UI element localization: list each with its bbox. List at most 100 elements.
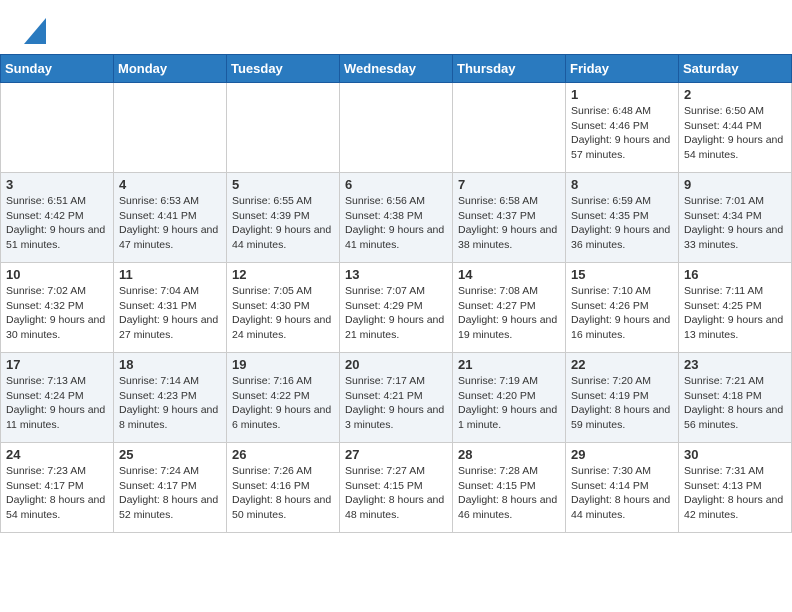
calendar-cell: 17Sunrise: 7:13 AM Sunset: 4:24 PM Dayli… — [1, 353, 114, 443]
calendar-cell — [1, 83, 114, 173]
day-number: 25 — [119, 447, 221, 462]
day-info: Sunrise: 7:26 AM Sunset: 4:16 PM Dayligh… — [232, 464, 334, 523]
day-number: 7 — [458, 177, 560, 192]
calendar-cell: 20 Sunrise: 7:17 AM Sunset: 4:21 PM Dayli… — [340, 353, 453, 443]
column-header-tuesday: Tuesday — [227, 55, 340, 83]
day-number: 8 — [571, 177, 673, 192]
day-info: Sunrise: 6:51 AM Sunset: 4:42 PM Dayligh… — [6, 194, 108, 253]
day-number: 19 — [232, 357, 334, 372]
day-number: 15 — [571, 267, 673, 282]
calendar-cell: 8 Sunrise: 6:59 AM Sunset: 4:35 PM Daylig… — [566, 173, 679, 263]
day-info: Sunrise: 7:30 AM Sunset: 4:14 PM Dayligh… — [571, 464, 673, 523]
calendar-table: SundayMondayTuesdayWednesdayThursdayFrid… — [0, 54, 792, 533]
day-info: Sunrise: 7:02 AM Sunset: 4:32 PM Dayligh… — [6, 284, 108, 343]
day-number: 21 — [458, 357, 560, 372]
calendar-cell: 6 Sunrise: 6:56 AM Sunset: 4:38 PM Daylig… — [340, 173, 453, 263]
day-number: 20 — [345, 357, 447, 372]
day-info: Sunrise: 7:31 AM Sunset: 4:13 PM Dayligh… — [684, 464, 786, 523]
day-number: 27 — [345, 447, 447, 462]
calendar-cell: 4 Sunrise: 6:53 AM Sunset: 4:41 PM Daylig… — [114, 173, 227, 263]
day-info: Sunrise: 7:07 AM Sunset: 4:29 PM Dayligh… — [345, 284, 447, 343]
day-info: Sunrise: 7:16 AM Sunset: 4:22 PM Dayligh… — [232, 374, 334, 433]
calendar-cell: 1 Sunrise: 6:48 AM Sunset: 4:46 PM Daylig… — [566, 83, 679, 173]
calendar-cell: 14Sunrise: 7:08 AM Sunset: 4:27 PM Dayli… — [453, 263, 566, 353]
calendar-week-row: 1 Sunrise: 6:48 AM Sunset: 4:46 PM Daylig… — [1, 83, 792, 173]
column-header-saturday: Saturday — [679, 55, 792, 83]
calendar-cell: 22 Sunrise: 7:20 AM Sunset: 4:19 PM Dayli… — [566, 353, 679, 443]
day-info: Sunrise: 7:11 AM Sunset: 4:25 PM Dayligh… — [684, 284, 786, 343]
day-number: 16 — [684, 267, 786, 282]
day-number: 17 — [6, 357, 108, 372]
day-number: 24 — [6, 447, 108, 462]
day-info: Sunrise: 6:58 AM Sunset: 4:37 PM Dayligh… — [458, 194, 560, 253]
day-number: 22 — [571, 357, 673, 372]
calendar-week-row: 3 Sunrise: 6:51 AM Sunset: 4:42 PM Daylig… — [1, 173, 792, 263]
day-number: 13 — [345, 267, 447, 282]
calendar-cell — [453, 83, 566, 173]
day-info: Sunrise: 7:10 AM Sunset: 4:26 PM Dayligh… — [571, 284, 673, 343]
calendar-cell: 24 Sunrise: 7:23 AM Sunset: 4:17 PM Dayli… — [1, 443, 114, 533]
calendar-cell: 11Sunrise: 7:04 AM Sunset: 4:31 PM Dayli… — [114, 263, 227, 353]
calendar-cell: 16 Sunrise: 7:11 AM Sunset: 4:25 PM Dayli… — [679, 263, 792, 353]
column-header-thursday: Thursday — [453, 55, 566, 83]
day-number: 28 — [458, 447, 560, 462]
day-number: 5 — [232, 177, 334, 192]
calendar-cell: 3 Sunrise: 6:51 AM Sunset: 4:42 PM Daylig… — [1, 173, 114, 263]
calendar-cell: 23 Sunrise: 7:21 AM Sunset: 4:18 PM Dayli… — [679, 353, 792, 443]
day-number: 2 — [684, 87, 786, 102]
day-number: 12 — [232, 267, 334, 282]
day-number: 9 — [684, 177, 786, 192]
day-number: 11 — [119, 267, 221, 282]
calendar-cell: 18Sunrise: 7:14 AM Sunset: 4:23 PM Dayli… — [114, 353, 227, 443]
page-header — [0, 0, 792, 54]
day-info: Sunrise: 7:19 AM Sunset: 4:20 PM Dayligh… — [458, 374, 560, 433]
calendar-cell — [340, 83, 453, 173]
day-number: 6 — [345, 177, 447, 192]
calendar-cell: 15 Sunrise: 7:10 AM Sunset: 4:26 PM Dayli… — [566, 263, 679, 353]
calendar-cell: 19 Sunrise: 7:16 AM Sunset: 4:22 PM Dayli… — [227, 353, 340, 443]
calendar-cell: 12 Sunrise: 7:05 AM Sunset: 4:30 PM Dayli… — [227, 263, 340, 353]
day-number: 3 — [6, 177, 108, 192]
calendar-cell: 21 Sunrise: 7:19 AM Sunset: 4:20 PM Dayli… — [453, 353, 566, 443]
calendar-cell: 10 Sunrise: 7:02 AM Sunset: 4:32 PM Dayli… — [1, 263, 114, 353]
calendar-cell: 7 Sunrise: 6:58 AM Sunset: 4:37 PM Daylig… — [453, 173, 566, 263]
logo-icon — [24, 18, 46, 44]
day-number: 23 — [684, 357, 786, 372]
column-header-friday: Friday — [566, 55, 679, 83]
day-number: 29 — [571, 447, 673, 462]
day-info: Sunrise: 6:50 AM Sunset: 4:44 PM Dayligh… — [684, 104, 786, 163]
day-number: 14 — [458, 267, 560, 282]
day-number: 10 — [6, 267, 108, 282]
calendar-cell: 5Sunrise: 6:55 AM Sunset: 4:39 PM Daylig… — [227, 173, 340, 263]
logo — [20, 18, 46, 44]
calendar-cell: 27Sunrise: 7:27 AM Sunset: 4:15 PM Dayli… — [340, 443, 453, 533]
calendar-header-row: SundayMondayTuesdayWednesdayThursdayFrid… — [1, 55, 792, 83]
day-info: Sunrise: 7:05 AM Sunset: 4:30 PM Dayligh… — [232, 284, 334, 343]
calendar-cell: 25Sunrise: 7:24 AM Sunset: 4:17 PM Dayli… — [114, 443, 227, 533]
day-number: 30 — [684, 447, 786, 462]
calendar-cell: 28 Sunrise: 7:28 AM Sunset: 4:15 PM Dayli… — [453, 443, 566, 533]
calendar-cell: 30 Sunrise: 7:31 AM Sunset: 4:13 PM Dayli… — [679, 443, 792, 533]
day-info: Sunrise: 6:59 AM Sunset: 4:35 PM Dayligh… — [571, 194, 673, 253]
day-info: Sunrise: 6:56 AM Sunset: 4:38 PM Dayligh… — [345, 194, 447, 253]
day-info: Sunrise: 7:21 AM Sunset: 4:18 PM Dayligh… — [684, 374, 786, 433]
calendar-cell: 26Sunrise: 7:26 AM Sunset: 4:16 PM Dayli… — [227, 443, 340, 533]
calendar-cell — [114, 83, 227, 173]
day-number: 4 — [119, 177, 221, 192]
day-info: Sunrise: 6:48 AM Sunset: 4:46 PM Dayligh… — [571, 104, 673, 163]
calendar-cell: 9 Sunrise: 7:01 AM Sunset: 4:34 PM Daylig… — [679, 173, 792, 263]
day-info: Sunrise: 7:20 AM Sunset: 4:19 PM Dayligh… — [571, 374, 673, 433]
day-number: 1 — [571, 87, 673, 102]
column-header-sunday: Sunday — [1, 55, 114, 83]
day-info: Sunrise: 7:17 AM Sunset: 4:21 PM Dayligh… — [345, 374, 447, 433]
day-info: Sunrise: 6:53 AM Sunset: 4:41 PM Dayligh… — [119, 194, 221, 253]
day-info: Sunrise: 7:28 AM Sunset: 4:15 PM Dayligh… — [458, 464, 560, 523]
day-info: Sunrise: 7:14 AM Sunset: 4:23 PM Dayligh… — [119, 374, 221, 433]
day-info: Sunrise: 7:23 AM Sunset: 4:17 PM Dayligh… — [6, 464, 108, 523]
calendar-week-row: 24 Sunrise: 7:23 AM Sunset: 4:17 PM Dayli… — [1, 443, 792, 533]
calendar-cell: 29 Sunrise: 7:30 AM Sunset: 4:14 PM Dayli… — [566, 443, 679, 533]
calendar-week-row: 17Sunrise: 7:13 AM Sunset: 4:24 PM Dayli… — [1, 353, 792, 443]
calendar-week-row: 10 Sunrise: 7:02 AM Sunset: 4:32 PM Dayli… — [1, 263, 792, 353]
column-header-monday: Monday — [114, 55, 227, 83]
day-info: Sunrise: 7:01 AM Sunset: 4:34 PM Dayligh… — [684, 194, 786, 253]
